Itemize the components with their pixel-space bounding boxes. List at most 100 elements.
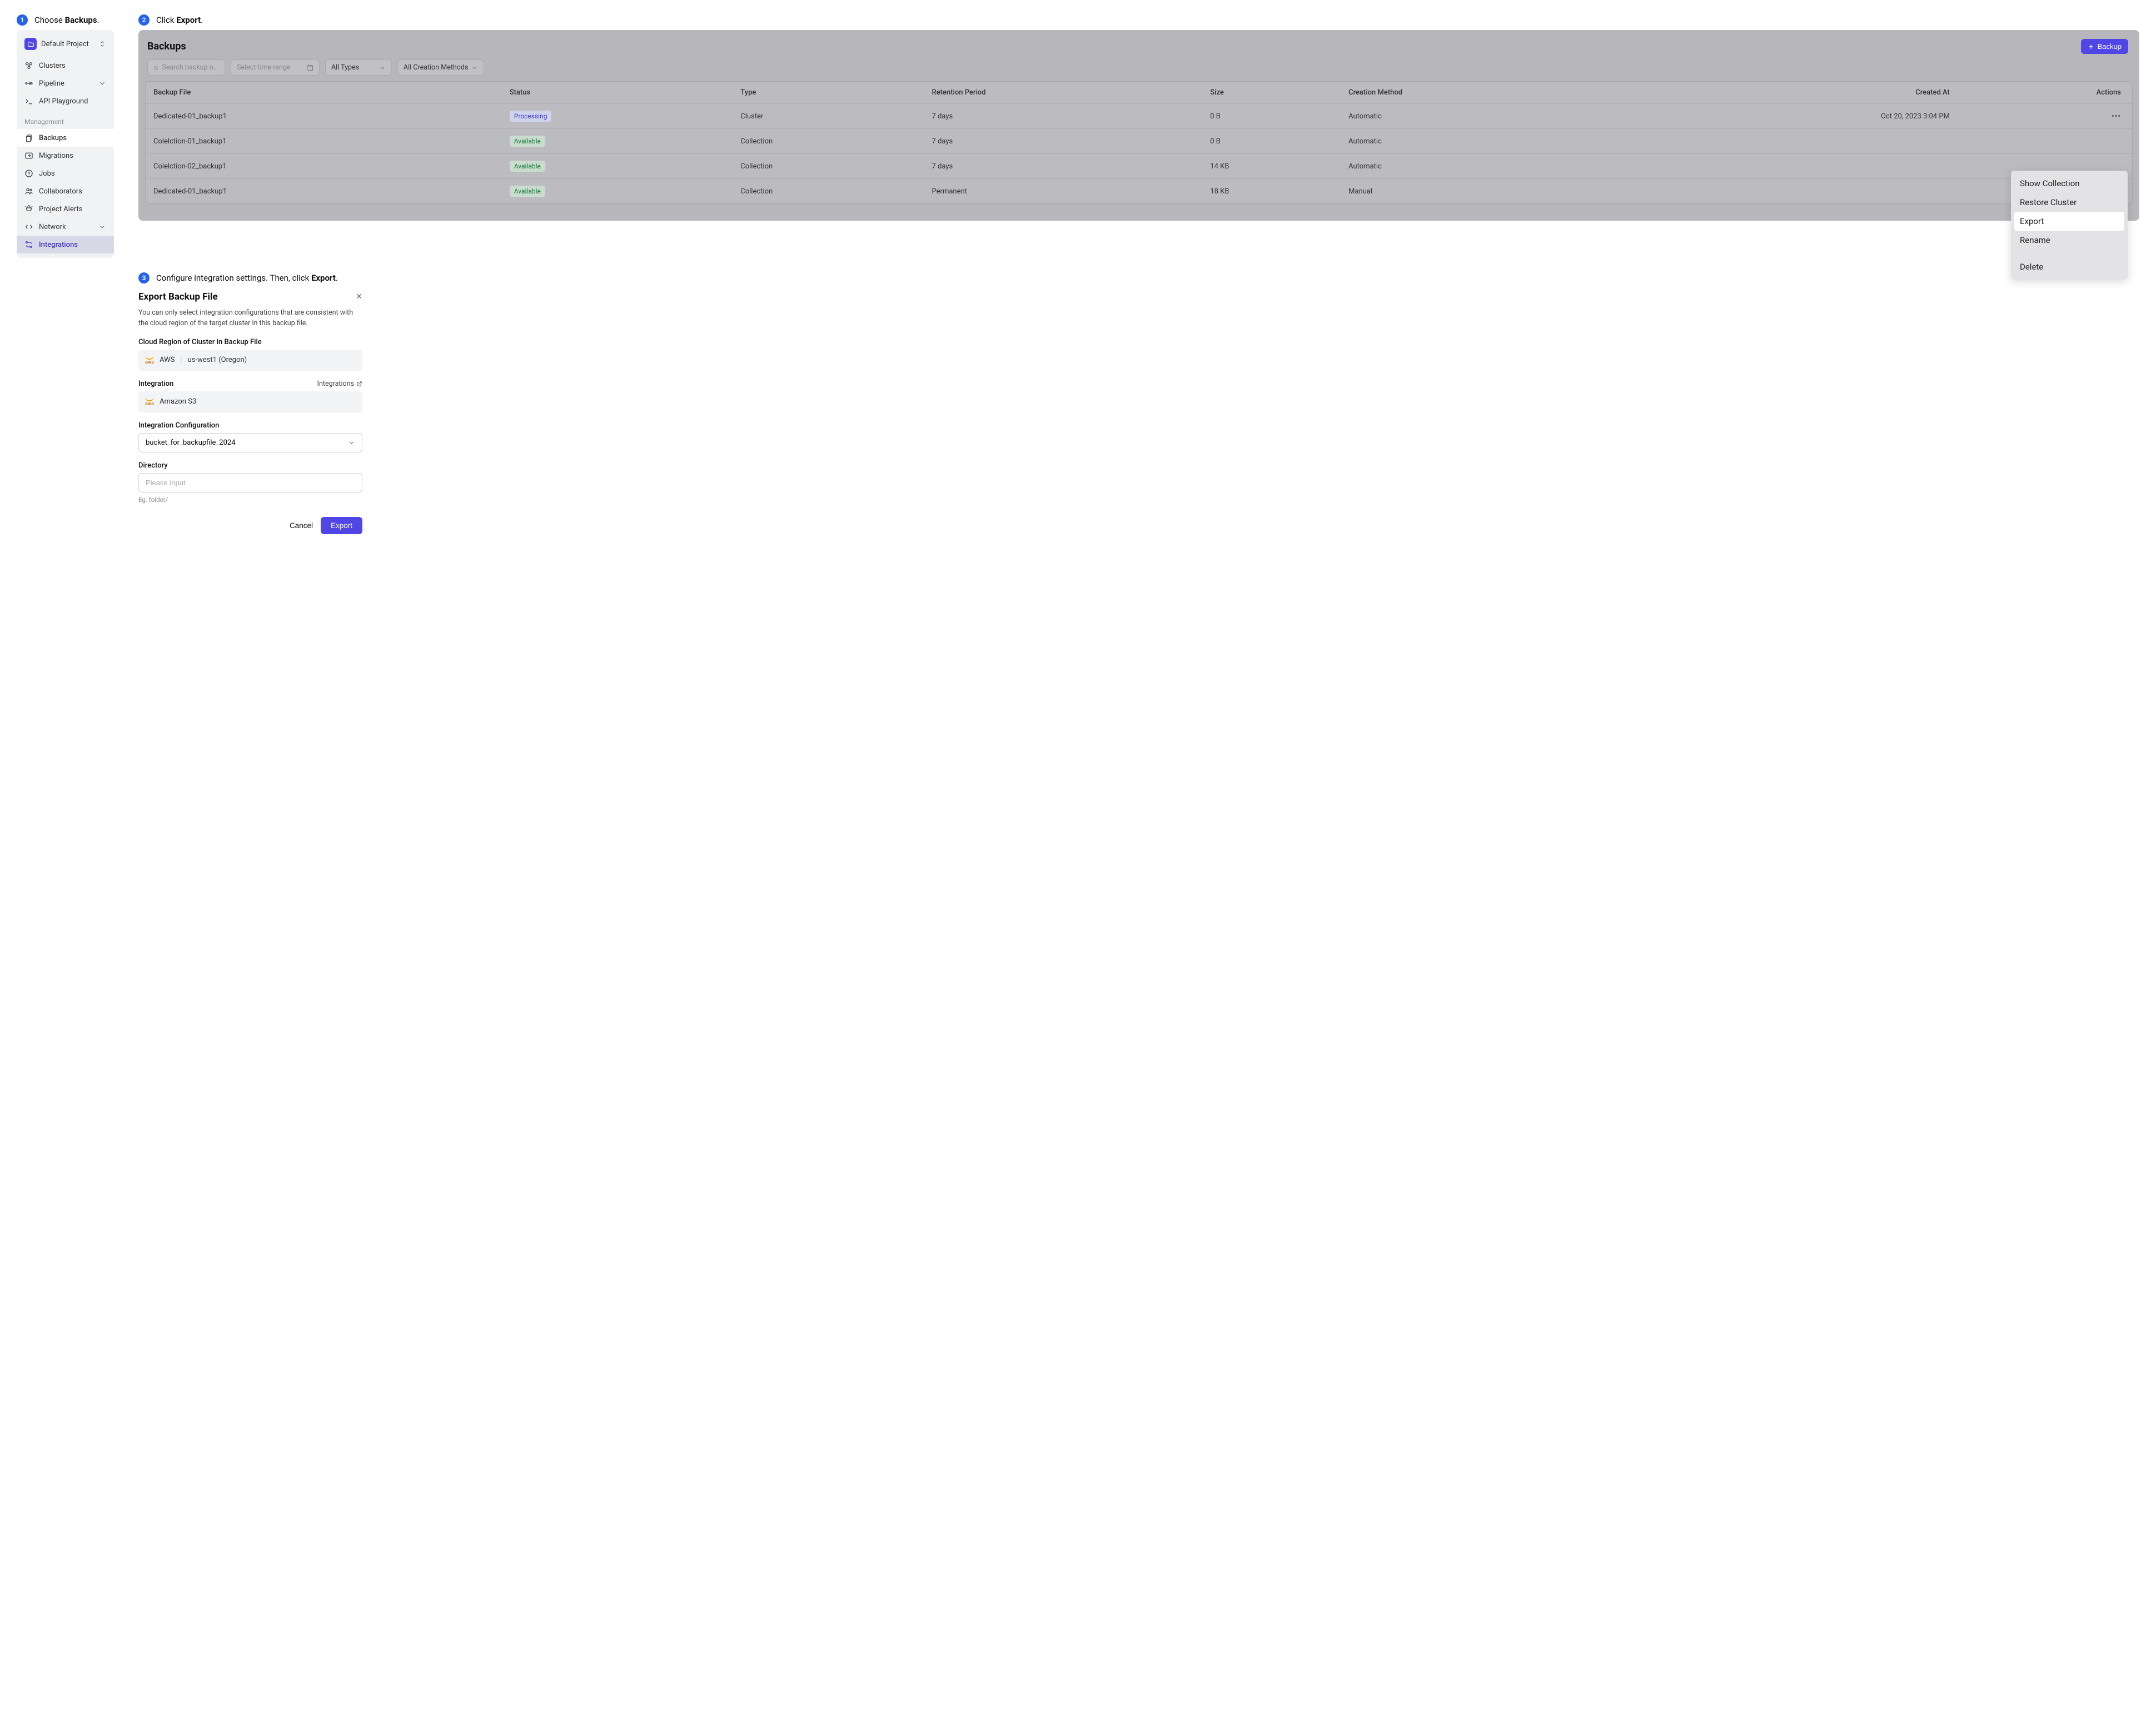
region-provider: AWS [160, 356, 175, 364]
sidebar-item-integrations[interactable]: Integrations [17, 236, 114, 253]
step-3-label: Configure integration settings. Then, cl… [156, 273, 338, 283]
config-label: Integration Configuration [138, 421, 362, 430]
cell-actions: ••• [1958, 104, 2132, 129]
chevron-down-icon [348, 439, 355, 446]
directory-hint: Eg. folder/ [138, 496, 362, 504]
external-link-icon [356, 381, 362, 387]
sidebar-item-network[interactable]: Network [17, 218, 114, 236]
sidebar-item-label: API Playground [39, 97, 88, 106]
sidebar-heading-management: Management [17, 110, 114, 129]
directory-label: Directory [138, 461, 362, 470]
integration-label: Integration [138, 380, 173, 388]
cell-type: Collection [733, 129, 924, 154]
cell-retention: 7 days [924, 154, 1203, 179]
table-row: Dedicated-01_backup1AvailableCollectionP… [146, 179, 2132, 204]
menu-item-export[interactable]: Export [2014, 212, 2124, 231]
close-icon[interactable]: ✕ [356, 292, 362, 301]
region-label: Cloud Region of Cluster in Backup File [138, 338, 362, 346]
cell-method: Automatic [1341, 129, 1619, 154]
integration-value: Amazon S3 [160, 397, 196, 406]
cell-size: 14 KB [1202, 154, 1341, 179]
sidebar-item-backups[interactable]: Backups [17, 129, 114, 147]
col-creation-method: Creation Method [1341, 82, 1619, 104]
config-select[interactable]: bucket_for_backupfile_2024 [138, 433, 362, 452]
cell-created [1619, 154, 1958, 179]
chevron-updown-icon [98, 40, 106, 48]
integrations-link[interactable]: Integrations [317, 380, 362, 388]
sidebar-item-label: Collaborators [39, 187, 82, 196]
export-title: Export Backup File [138, 291, 218, 302]
cell-created [1619, 129, 1958, 154]
api-playground-icon [24, 97, 33, 106]
backup-button[interactable]: Backup [2081, 39, 2128, 54]
step-1-label: Choose Backups. [34, 15, 99, 25]
sidebar-item-label: Jobs [39, 170, 55, 178]
calendar-icon [306, 64, 313, 71]
clusters-icon [24, 61, 33, 70]
separator: | [180, 356, 182, 364]
col-actions: Actions [1958, 82, 2132, 104]
sidebar-item-api-playground[interactable]: API Playground [17, 92, 114, 110]
status-badge: Available [510, 136, 545, 147]
cell-created: Oct 20, 2023 3:04 PM [1619, 104, 1958, 129]
date-placeholder: Select time range [237, 63, 291, 72]
export-panel: Export Backup File ✕ You can only select… [138, 291, 362, 534]
col-status: Status [502, 82, 733, 104]
menu-item-show-collection[interactable]: Show Collection [2014, 174, 2124, 193]
col-type: Type [733, 82, 924, 104]
date-range-input[interactable]: Select time range [231, 59, 320, 76]
col-size: Size [1202, 82, 1341, 104]
sidebar-item-clusters[interactable]: Clusters [17, 57, 114, 74]
directory-input[interactable] [138, 473, 362, 493]
cell-method: Automatic [1341, 104, 1619, 129]
integrations-link-label: Integrations [317, 380, 354, 388]
cell-type: Cluster [733, 104, 924, 129]
project-name: Default Project [41, 40, 89, 48]
col-backup-file: Backup File [146, 82, 502, 104]
sidebar-item-collaborators[interactable]: Collaborators [17, 182, 114, 200]
cell-type: Collection [733, 179, 924, 204]
integrations-icon [24, 240, 33, 249]
more-icon[interactable]: ••• [2112, 112, 2121, 121]
types-select[interactable]: All Types [325, 59, 392, 76]
region-value: us-west1 (Oregon) [188, 356, 247, 364]
cell-file: Dedicated-01_backup1 [146, 104, 502, 129]
menu-item-restore-cluster[interactable]: Restore Cluster [2014, 193, 2124, 212]
sidebar-item-label: Pipeline [39, 79, 64, 88]
collaborators-icon [24, 187, 33, 196]
methods-select[interactable]: All Creation Methods [397, 59, 484, 76]
project-selector[interactable]: Default Project [21, 34, 109, 53]
sidebar-item-project-alerts[interactable]: Project Alerts [17, 200, 114, 218]
menu-item-rename[interactable]: Rename [2014, 231, 2124, 250]
col-created-at: Created At [1619, 82, 1958, 104]
config-value: bucket_for_backupfile_2024 [146, 439, 236, 447]
col-retention-period: Retention Period [924, 82, 1203, 104]
sidebar-item-migrations[interactable]: Migrations [17, 147, 114, 165]
chevron-down-icon [379, 64, 386, 71]
table-row: Dedicated-01_backup1ProcessingCluster7 d… [146, 104, 2132, 129]
cancel-button[interactable]: Cancel [290, 521, 313, 530]
cell-status: Processing [502, 104, 733, 129]
cell-created [1619, 179, 1958, 204]
sidebar-item-label: Project Alerts [39, 205, 82, 213]
export-button[interactable]: Export [321, 517, 362, 534]
jobs-icon [24, 169, 33, 178]
pipeline-icon [24, 79, 33, 88]
sidebar-item-pipeline[interactable]: Pipeline [17, 74, 114, 92]
step-3-badge: 3 [138, 272, 150, 283]
cell-file: Colelction-02_backup1 [146, 154, 502, 179]
chevron-down-icon [98, 79, 106, 87]
cell-status: Available [502, 129, 733, 154]
chevron-down-icon [98, 223, 106, 231]
sidebar-item-jobs[interactable]: Jobs [17, 165, 114, 182]
search-input[interactable]: Search backup or clus… [147, 59, 225, 76]
types-label: All Types [331, 63, 359, 72]
step-1-badge: 1 [17, 14, 28, 26]
cell-retention: 7 days [924, 129, 1203, 154]
aws-icon: aws [145, 355, 154, 365]
menu-item-delete[interactable]: Delete [2014, 257, 2124, 276]
plus-icon [2088, 43, 2094, 50]
sidebar: Default Project Clusters Pipeline API Play… [17, 30, 114, 258]
step-2-label: Click Export. [156, 15, 203, 25]
integration-value-box: aws Amazon S3 [138, 391, 362, 412]
